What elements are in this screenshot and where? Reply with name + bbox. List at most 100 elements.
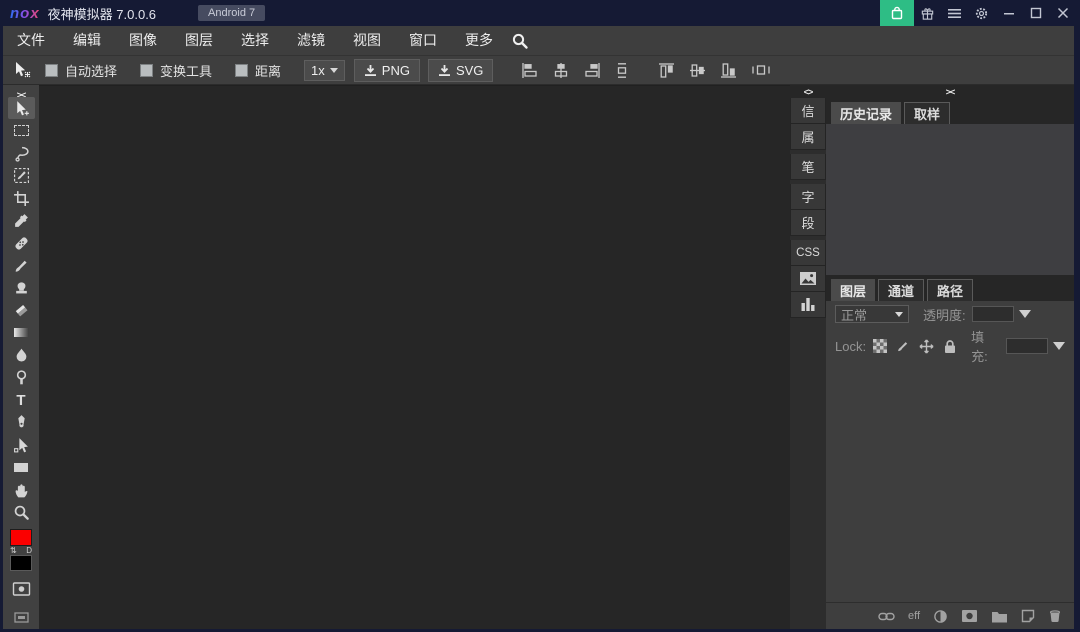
menu-bar: 文件 编辑 图像 图层 选择 滤镜 视图 窗口 更多 [3, 26, 1074, 56]
tool-clone-stamp[interactable] [8, 277, 35, 299]
panel-tab-character[interactable]: 字 [790, 184, 826, 210]
tool-brush[interactable] [8, 254, 35, 276]
opacity-dropdown-icon[interactable] [1019, 310, 1031, 318]
panel-tab-paragraph[interactable]: 段 [790, 210, 826, 236]
panel-tab-info[interactable]: 信 [790, 98, 826, 124]
search-icon[interactable] [511, 32, 529, 50]
distribute-h-icon[interactable] [751, 63, 771, 77]
tool-marquee-select[interactable] [8, 119, 35, 141]
tool-object-selection[interactable] [8, 164, 35, 186]
opacity-input[interactable] [972, 306, 1014, 322]
swap-colors-icon[interactable]: ⇅ [10, 546, 17, 555]
foreground-color-swatch[interactable] [10, 529, 32, 546]
menu-button[interactable] [941, 0, 968, 26]
menu-edit[interactable]: 编辑 [59, 26, 115, 55]
auto-select-checkbox[interactable] [45, 64, 58, 77]
align-bottom-icon[interactable] [720, 62, 738, 79]
panel-tab-histogram[interactable] [790, 292, 826, 318]
device-tab[interactable]: Android 7 [198, 5, 265, 21]
mask-icon[interactable] [961, 609, 978, 623]
auto-select-option[interactable]: 自动选择 [45, 61, 117, 80]
menu-view[interactable]: 视图 [339, 26, 395, 55]
panel-tab-properties[interactable]: 属 [790, 124, 826, 150]
tab-layers[interactable]: 图层 [831, 279, 875, 301]
blend-mode-select[interactable]: 正常 [835, 305, 909, 323]
app-store-button[interactable] [880, 0, 914, 26]
distances-checkbox[interactable] [235, 64, 248, 77]
tool-type[interactable]: T [8, 389, 35, 411]
tool-pen[interactable] [8, 412, 35, 434]
menu-select[interactable]: 选择 [227, 26, 283, 55]
tab-history[interactable]: 历史记录 [831, 102, 901, 124]
tool-rectangle-shape[interactable] [8, 457, 35, 479]
adjustment-icon[interactable] [933, 609, 948, 624]
panel-tab-image[interactable] [790, 266, 826, 292]
lock-transparency-icon[interactable] [873, 339, 887, 353]
history-panel-body[interactable] [826, 124, 1074, 275]
tool-path-select[interactable] [8, 434, 35, 456]
tab-channels[interactable]: 通道 [878, 279, 924, 301]
link-icon[interactable] [878, 611, 895, 622]
tool-eyedropper[interactable] [8, 209, 35, 231]
fill-dropdown-icon[interactable] [1053, 342, 1065, 350]
default-colors-button[interactable]: D [26, 546, 32, 555]
new-layer-icon[interactable] [1021, 609, 1035, 623]
tools-collapse-handle[interactable]: >< [3, 85, 39, 97]
align-right-icon[interactable] [583, 62, 601, 79]
export-svg-button[interactable]: SVG [428, 59, 493, 82]
distribute-v-icon[interactable] [614, 62, 630, 79]
align-top-icon[interactable] [658, 62, 676, 79]
fill-input[interactable] [1006, 338, 1048, 354]
lock-label: Lock: [835, 339, 866, 354]
tool-lasso[interactable] [8, 142, 35, 164]
tool-eraser[interactable] [8, 299, 35, 321]
tool-dodge[interactable] [8, 367, 35, 389]
minimize-button[interactable] [995, 0, 1022, 26]
layers-panel-body[interactable] [826, 365, 1074, 602]
background-color-swatch[interactable] [10, 555, 32, 572]
export-png-button[interactable]: PNG [354, 59, 420, 82]
menu-image[interactable]: 图像 [115, 26, 171, 55]
tool-hand[interactable] [8, 479, 35, 501]
tool-zoom[interactable] [8, 501, 35, 523]
tool-spot-healing[interactable] [8, 232, 35, 254]
tool-move[interactable] [8, 97, 35, 119]
delete-layer-icon[interactable] [1048, 609, 1062, 623]
quick-mask-button[interactable] [8, 578, 35, 600]
tool-blur[interactable] [8, 344, 35, 366]
close-button[interactable] [1049, 0, 1076, 26]
tab-paths[interactable]: 路径 [927, 279, 973, 301]
maximize-button[interactable] [1022, 0, 1049, 26]
menu-window[interactable]: 窗口 [395, 26, 451, 55]
distances-label: 距离 [255, 61, 281, 80]
menu-filter[interactable]: 滤镜 [283, 26, 339, 55]
align-center-h-icon[interactable] [552, 62, 570, 79]
tab-sampling[interactable]: 取样 [904, 102, 950, 124]
align-middle-icon[interactable] [689, 62, 707, 79]
opacity-label: 透明度: [923, 305, 966, 324]
new-group-icon[interactable] [991, 610, 1008, 623]
menu-file[interactable]: 文件 [3, 26, 59, 55]
document-canvas[interactable] [39, 85, 790, 629]
transform-controls-option[interactable]: 变换工具 [140, 61, 212, 80]
align-left-icon[interactable] [521, 62, 539, 79]
gift-button[interactable] [914, 0, 941, 26]
menu-layer[interactable]: 图层 [171, 26, 227, 55]
settings-button[interactable] [968, 0, 995, 26]
strip-collapse-handle[interactable]: <> [790, 85, 826, 98]
effects-label[interactable]: eff [908, 610, 920, 622]
lock-paint-icon[interactable] [896, 339, 910, 353]
zoom-scale-dropdown[interactable]: 1x [304, 60, 345, 81]
menu-more[interactable]: 更多 [451, 26, 507, 55]
lock-all-icon[interactable] [943, 339, 957, 354]
transform-controls-checkbox[interactable] [140, 64, 153, 77]
panel-tab-css[interactable]: CSS [790, 240, 826, 266]
panels-collapse-handle[interactable]: >< [826, 85, 1074, 98]
screen-mode-button[interactable] [8, 607, 35, 629]
tool-gradient[interactable] [8, 322, 35, 344]
distances-option[interactable]: 距离 [235, 61, 281, 80]
close-icon [1057, 7, 1069, 19]
lock-position-icon[interactable] [919, 339, 934, 354]
tool-crop[interactable] [8, 187, 35, 209]
panel-tab-brush[interactable]: 笔 [790, 154, 826, 180]
